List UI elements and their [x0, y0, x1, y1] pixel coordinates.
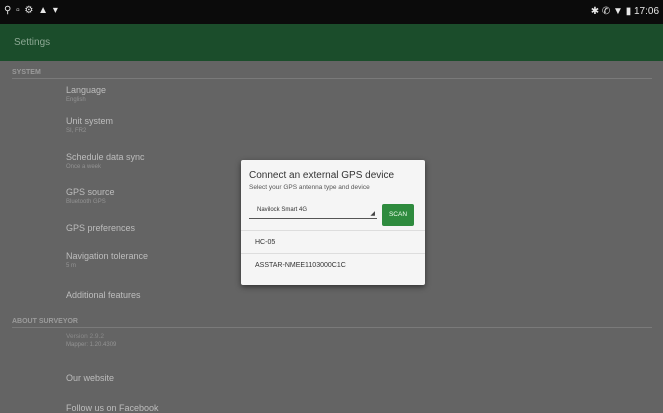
status-left-icons: ⚲ ▫ ⚙ ▲ ▾ — [4, 5, 59, 16]
antenna-type-select[interactable]: Navilock Smart 4G ◢ — [249, 200, 377, 219]
status-right-info: ✱ ✆ ▼ ▮ 17:06 — [590, 6, 659, 17]
setting-gps-preferences[interactable]: GPS preferences — [66, 223, 135, 233]
setting-subtitle: Bluetooth GPS — [66, 199, 106, 205]
gps-device-dialog: Connect an external GPS device Select yo… — [241, 160, 425, 285]
section-header-system: SYSTEM — [12, 69, 41, 76]
device-item[interactable]: HC-05 — [241, 230, 425, 253]
setting-unit-system[interactable]: Unit system SI, FR2 — [66, 116, 113, 134]
setting-subtitle: SI, FR2 — [66, 128, 87, 134]
device-name: ASSTAR-NMEE1103000C1C — [255, 262, 346, 269]
setting-additional-features[interactable]: Additional features — [66, 290, 141, 300]
dialog-title: Connect an external GPS device — [249, 170, 395, 181]
setting-subtitle: Once a week — [66, 164, 102, 170]
setting-title: Our website — [66, 373, 115, 383]
setting-gps-source[interactable]: GPS source Bluetooth GPS — [66, 187, 115, 205]
page-title: Settings — [14, 37, 51, 48]
setting-subtitle: English — [66, 97, 86, 103]
about-website[interactable]: Our website — [66, 373, 114, 383]
dropdown-arrow-icon: ◢ — [370, 211, 375, 217]
setting-title: Additional features — [66, 290, 141, 300]
setting-title: GPS preferences — [66, 223, 136, 233]
dialog-subtitle: Select your GPS antenna type and device — [249, 184, 370, 191]
scan-button[interactable]: SCAN — [382, 204, 414, 226]
section-header-about: ABOUT SURVEYOR — [12, 318, 78, 325]
section-divider — [12, 78, 652, 79]
version-label: Version 2.9.2 — [66, 333, 104, 340]
status-bar: ⚲ ▫ ⚙ ▲ ▾ ✱ ✆ ▼ ▮ 17:06 — [0, 0, 663, 24]
mapper-version: Mapper: 1.20.4309 — [66, 342, 117, 348]
setting-schedule-sync[interactable]: Schedule data sync Once a week — [66, 152, 145, 170]
about-version: Version 2.9.2 Mapper: 1.20.4309 — [66, 333, 116, 348]
device-item[interactable]: ASSTAR-NMEE1103000C1C — [241, 253, 425, 276]
setting-subtitle: 5 m — [66, 263, 77, 269]
device-name: HC-05 — [255, 239, 276, 246]
setting-title: Unit system — [66, 116, 114, 126]
antenna-type-value: Navilock Smart 4G — [257, 207, 308, 213]
setting-title: Schedule data sync — [66, 152, 145, 162]
setting-navigation-tolerance[interactable]: Navigation tolerance 5 m — [66, 251, 148, 269]
section-divider — [12, 327, 652, 328]
app-bar: Settings — [0, 24, 663, 61]
setting-title: GPS source — [66, 187, 115, 197]
setting-language[interactable]: Language English — [66, 85, 106, 103]
setting-title: Navigation tolerance — [66, 251, 149, 261]
setting-title: Language — [66, 85, 107, 95]
